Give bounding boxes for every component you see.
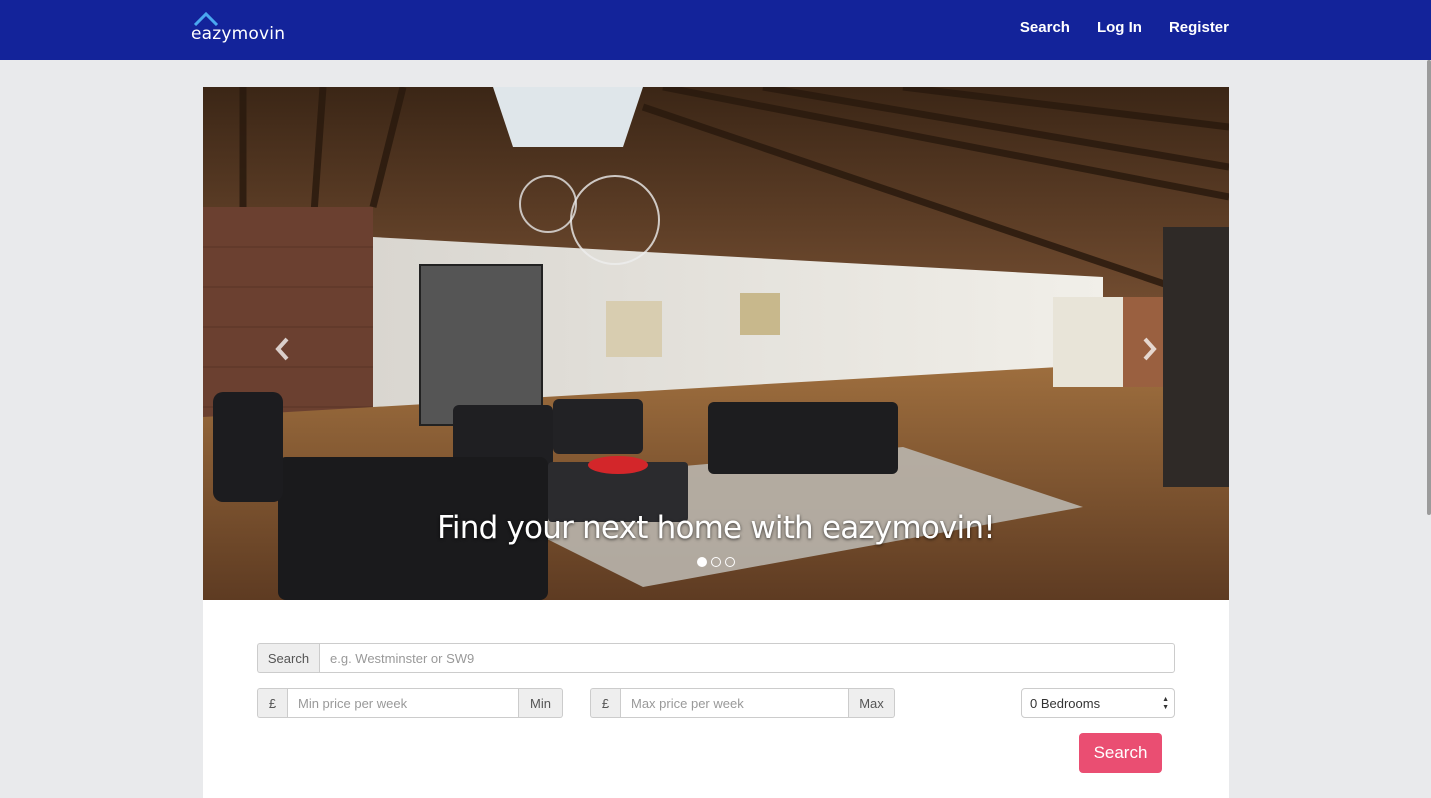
max-price-currency: £	[590, 688, 620, 718]
min-price-currency: £	[257, 688, 287, 718]
carousel-caption: Find your next home with eazymovin!	[437, 510, 996, 546]
search-submit-button[interactable]: Search	[1079, 733, 1162, 773]
bedrooms-selected-value: 0 Bedrooms	[1030, 695, 1101, 711]
max-price-input[interactable]	[620, 688, 849, 718]
search-panel: Search £ Min £ Max 0 Bedrooms ▲▼ Search	[203, 600, 1229, 798]
nav-login-link[interactable]: Log In	[1097, 19, 1142, 36]
location-search-input[interactable]	[319, 643, 1175, 673]
carousel-indicator-2[interactable]	[711, 557, 721, 567]
location-addon: Search	[257, 643, 319, 673]
carousel-indicator-1[interactable]	[697, 557, 707, 567]
page-scrollbar[interactable]	[1427, 60, 1431, 515]
min-price-suffix: Min	[519, 688, 563, 718]
select-arrows-icon: ▲ ▼	[1162, 696, 1169, 711]
carousel-prev-icon[interactable]	[271, 335, 295, 363]
hero-carousel: Find your next home with eazymovin!	[203, 87, 1229, 600]
location-search-group: Search	[257, 643, 1175, 673]
nav-search-link[interactable]: Search	[1020, 19, 1070, 36]
bedrooms-select[interactable]: 0 Bedrooms ▲ ▼	[1021, 688, 1175, 718]
nav-links: Search Log In Register	[1020, 19, 1229, 36]
min-price-input[interactable]	[287, 688, 519, 718]
navbar: eazymovin Search Log In Register	[0, 0, 1431, 60]
brand-name: eazymovin	[191, 24, 286, 44]
carousel-indicators	[697, 557, 735, 567]
brand-logo[interactable]: eazymovin	[191, 12, 285, 48]
carousel-indicator-3[interactable]	[725, 557, 735, 567]
max-price-group: £ Max	[590, 688, 895, 718]
nav-register-link[interactable]: Register	[1169, 19, 1229, 36]
min-price-group: £ Min	[257, 688, 563, 718]
max-price-suffix: Max	[849, 688, 895, 718]
carousel-next-icon[interactable]	[1137, 335, 1161, 363]
